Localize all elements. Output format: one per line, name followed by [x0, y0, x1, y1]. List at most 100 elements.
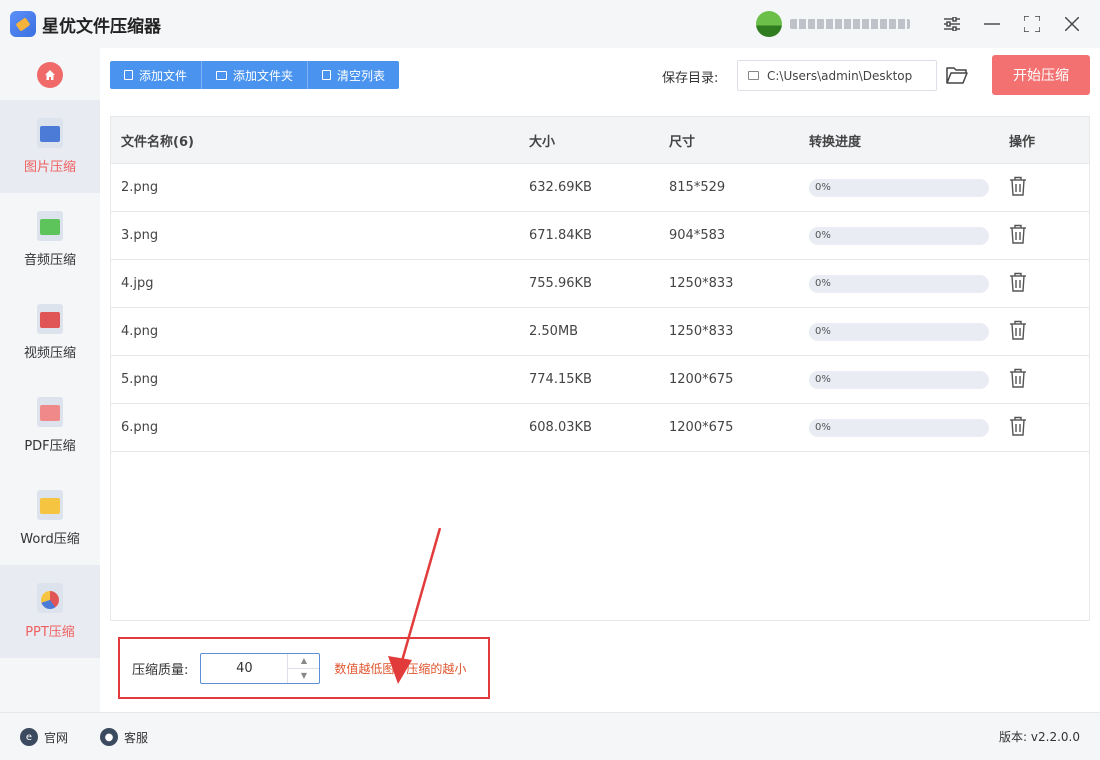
sidebar-item-audio-compress[interactable]: 音频压缩 [0, 193, 100, 286]
save-dir-label: 保存目录: [662, 71, 719, 86]
browser-icon: e [20, 728, 38, 746]
website-link[interactable]: e 官网 [20, 728, 68, 746]
file-name: 2.png [121, 180, 159, 195]
open-folder-icon[interactable] [946, 65, 968, 85]
table-row[interactable]: 2.png 632.69KB 815*529 0% [111, 164, 1089, 212]
add-file-button[interactable]: 添加文件 [110, 61, 203, 89]
file-dimension: 904*583 [669, 228, 726, 243]
progress-text: 0% [815, 230, 831, 241]
file-dimension: 1200*675 [669, 420, 734, 435]
header-action: 操作 [1009, 134, 1036, 150]
sidebar-item-pdf-compress[interactable]: PDF压缩 [0, 379, 100, 472]
delete-icon[interactable] [1009, 176, 1027, 200]
app-title: 星优文件压缩器 [42, 16, 161, 37]
file-name: 6.png [121, 420, 159, 435]
support-label: 客服 [124, 730, 149, 745]
pdf-file-icon [37, 397, 63, 427]
table-row[interactable]: 4.jpg 755.96KB 1250*833 0% [111, 260, 1089, 308]
header-dimension: 尺寸 [669, 134, 696, 150]
quality-label: 压缩质量: [132, 662, 189, 678]
video-file-icon [37, 304, 63, 334]
delete-icon[interactable] [1009, 368, 1027, 392]
sidebar-item-ppt-compress[interactable]: PPT压缩 [0, 565, 100, 658]
file-size: 632.69KB [529, 180, 592, 195]
delete-icon[interactable] [1009, 224, 1027, 248]
sidebar-item-label: Word压缩 [20, 532, 80, 547]
title-bar: 星优文件压缩器 [0, 0, 1100, 48]
file-name: 4.png [121, 324, 159, 339]
minimize-icon[interactable] [978, 10, 1006, 38]
file-dimension: 815*529 [669, 180, 726, 195]
word-file-icon [37, 490, 63, 520]
file-name: 3.png [121, 228, 159, 243]
progress-bar: 0% [809, 418, 989, 437]
sidebar-item-video-compress[interactable]: 视频压缩 [0, 286, 100, 379]
file-dimension: 1250*833 [669, 324, 734, 339]
folder-icon [216, 70, 228, 80]
header-name: 文件名称(6) [121, 134, 194, 150]
user-name-blurred [790, 19, 910, 29]
maximize-icon[interactable] [1018, 10, 1046, 38]
audio-file-icon [37, 211, 63, 241]
progress-text: 0% [815, 326, 831, 337]
sidebar-item-image-compress[interactable]: 图片压缩 [0, 100, 100, 193]
file-name: 5.png [121, 372, 159, 387]
footer: e 官网 ● 客服 版本: v2.2.0.0 [0, 712, 1100, 760]
spin-down-icon[interactable]: ▼ [288, 669, 319, 683]
quality-stepper[interactable]: 40 ▲ ▼ [200, 652, 321, 684]
support-link[interactable]: ● 客服 [100, 728, 148, 746]
delete-icon[interactable] [1009, 320, 1027, 344]
progress-text: 0% [815, 278, 831, 289]
progress-text: 0% [815, 374, 831, 385]
file-dimension: 1250*833 [669, 276, 734, 291]
sidebar-item-word-compress[interactable]: Word压缩 [0, 472, 100, 565]
save-path-value: C:\Users\admin\Desktop [767, 68, 913, 83]
home-icon[interactable] [37, 62, 63, 88]
quality-value[interactable]: 40 [201, 661, 287, 676]
progress-text: 0% [815, 422, 831, 433]
progress-bar: 0% [809, 322, 989, 341]
user-account[interactable] [756, 10, 926, 38]
clear-list-button[interactable]: 清空列表 [308, 61, 399, 89]
delete-icon[interactable] [1009, 416, 1027, 440]
file-size: 671.84KB [529, 228, 592, 243]
file-size: 2.50MB [529, 324, 579, 339]
file-size: 755.96KB [529, 276, 592, 291]
annotation-arrow-icon [388, 528, 442, 684]
trash-icon [322, 70, 332, 80]
sidebar: 图片压缩 音频压缩 视频压缩 PDF压缩 Word压缩 PPT压缩 [0, 48, 100, 712]
save-path-field[interactable]: C:\Users\admin\Desktop [737, 60, 937, 91]
add-file-label: 添加文件 [139, 68, 188, 83]
version-text: 版本: v2.2.0.0 [999, 730, 1080, 744]
file-dimension: 1200*675 [669, 372, 734, 387]
progress-text: 0% [815, 182, 831, 193]
clear-list-label: 清空列表 [337, 68, 386, 83]
file-table: 文件名称(6) 大小 尺寸 转换进度 操作 2.png 632.69KB 815*5… [110, 116, 1090, 621]
delete-icon[interactable] [1009, 272, 1027, 296]
table-header: 文件名称(6) 大小 尺寸 转换进度 操作 [111, 117, 1089, 164]
spin-up-icon[interactable]: ▲ [288, 654, 320, 669]
sidebar-item-label: PPT压缩 [25, 625, 75, 640]
chat-icon: ● [100, 728, 118, 746]
sidebar-item-label: PDF压缩 [24, 439, 76, 454]
file-icon [124, 70, 133, 80]
start-compress-button[interactable]: 开始压缩 [992, 55, 1090, 95]
header-progress: 转换进度 [809, 134, 862, 150]
main-panel: 添加文件 添加文件夹 清空列表 保存目录: C:\Users\admin\Des… [100, 48, 1100, 712]
app-logo-icon [10, 11, 36, 37]
table-row[interactable]: 6.png 608.03KB 1200*675 0% [111, 404, 1089, 452]
file-size: 608.03KB [529, 420, 592, 435]
file-size: 774.15KB [529, 372, 592, 387]
progress-bar: 0% [809, 370, 989, 389]
sidebar-item-label: 音频压缩 [23, 253, 76, 268]
sliders-icon[interactable] [938, 10, 966, 38]
website-label: 官网 [44, 730, 69, 745]
table-row[interactable]: 4.png 2.50MB 1250*833 0% [111, 308, 1089, 356]
progress-bar: 0% [809, 274, 989, 293]
avatar[interactable] [756, 11, 782, 37]
table-row[interactable]: 5.png 774.15KB 1200*675 0% [111, 356, 1089, 404]
progress-bar: 0% [809, 178, 989, 197]
table-row[interactable]: 3.png 671.84KB 904*583 0% [111, 212, 1089, 260]
close-icon[interactable] [1058, 10, 1086, 38]
add-folder-button[interactable]: 添加文件夹 [202, 61, 309, 89]
